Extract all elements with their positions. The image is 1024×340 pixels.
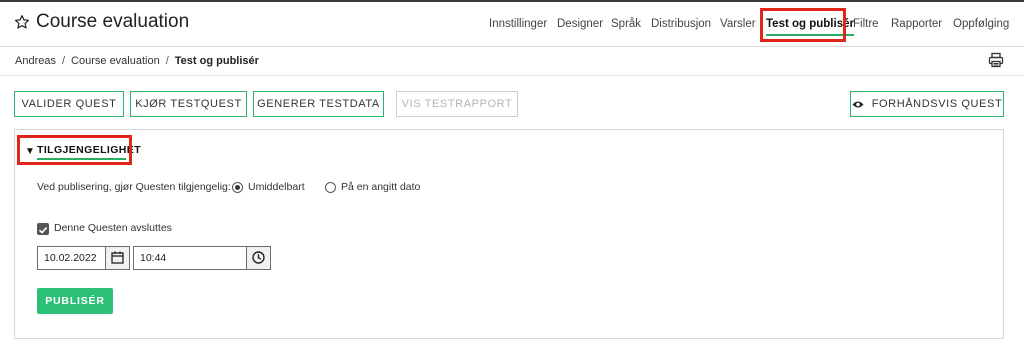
nav-item-sprak[interactable]: Språk [611,18,641,30]
page-title: Course evaluation [36,11,190,32]
nav-item-filtre[interactable]: Filtre [853,18,879,30]
preview-quest-button[interactable]: FORHÅNDSVIS QUEST [850,91,1004,117]
nav-item-varsler[interactable]: Varsler [720,18,756,30]
radio-specific-date-label[interactable]: På en angitt dato [341,181,420,193]
publish-availability-label: Ved publisering, gjør Questen tilgjengel… [37,181,231,193]
nav-item-oppfolging[interactable]: Oppfølging [953,18,1009,30]
preview-quest-label: FORHÅNDSVIS QUEST [871,98,1003,110]
clock-button[interactable] [246,247,270,269]
calendar-button[interactable] [105,247,129,269]
end-date-field[interactable]: 10.02.2022 [37,246,130,270]
section-title-underline [37,158,126,160]
radio-immediately-label[interactable]: Umiddelbart [248,181,305,193]
breadcrumb-separator: / [165,55,169,67]
nav-item-innstillinger[interactable]: Innstillinger [489,18,547,30]
triangle-down-icon[interactable]: ▼ [25,146,35,157]
publish-button[interactable]: PUBLISÉR [37,288,113,314]
breadcrumb-item-course[interactable]: Course evaluation [71,55,160,67]
breadcrumb-current: Test og publisér [174,55,259,67]
breadcrumb-item-andreas[interactable]: Andreas [15,55,56,67]
nav-item-designer[interactable]: Designer [557,18,603,30]
nav-item-rapporter[interactable]: Rapporter [891,18,942,30]
nav-item-distribusjon[interactable]: Distribusjon [651,18,711,30]
validate-quest-button[interactable]: VALIDER QUEST [14,91,124,117]
breadcrumb-separator: / [61,55,66,67]
run-test-quest-button[interactable]: KJØR TESTQUEST [130,91,247,117]
clock-icon [252,251,265,264]
calendar-icon [111,251,124,264]
quest-ends-label: Denne Questen avsluttes [54,222,172,234]
end-date-value: 10.02.2022 [44,252,97,264]
radio-specific-date[interactable] [325,182,336,193]
nav-item-test-og-publiser[interactable]: Test og publisér [766,18,854,36]
generate-test-data-button[interactable]: GENERER TESTDATA [253,91,384,117]
breadcrumb: Andreas / Course evaluation / Test og publis… [15,55,259,67]
availability-panel: ▼ TILGJENGELIGHET Ved publisering, gjør … [14,129,1004,339]
star-icon[interactable] [14,14,30,30]
print-icon[interactable] [988,52,1004,68]
end-time-field[interactable]: 10:44 [133,246,271,270]
nav-item-label: Test og publisér [766,18,854,30]
active-tab-underline [766,34,854,36]
breadcrumb-bar: Andreas / Course evaluation / Test og publis… [0,48,1024,76]
end-time-value: 10:44 [140,252,167,264]
eye-icon [852,101,864,108]
radio-immediately[interactable] [232,182,243,193]
section-title[interactable]: TILGJENGELIGHET [37,144,141,156]
show-test-report-button[interactable]: VIS TESTRAPPORT [396,91,518,117]
quest-ends-checkbox[interactable] [37,223,49,235]
check-icon [38,227,48,234]
